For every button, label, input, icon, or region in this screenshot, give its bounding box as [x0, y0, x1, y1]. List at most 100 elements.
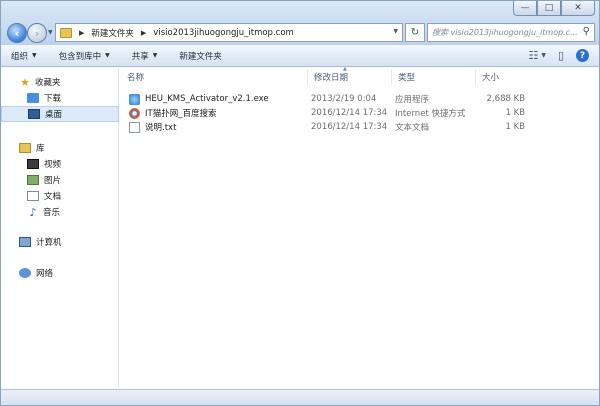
column-header-name[interactable]: 名称	[121, 69, 307, 85]
file-row[interactable]: HEU_KMS_Activator_v2.1.exe 2013/2/19 0:0…	[125, 92, 531, 106]
file-modified: 2016/12/14 17:34	[311, 122, 388, 132]
chevron-down-icon: ▼	[32, 52, 37, 59]
arrow-right-icon: ›	[34, 26, 40, 40]
forward-button[interactable]: ›	[27, 23, 47, 43]
file-name: IT猫扑网_百度搜索	[145, 109, 217, 119]
network-icon	[19, 268, 31, 278]
refresh-button[interactable]: ↻	[405, 23, 425, 42]
organize-menu[interactable]: 组织 ▼	[11, 50, 37, 62]
nav-label: 文档	[44, 192, 62, 202]
status-bar	[1, 389, 599, 405]
downloads-folder-icon	[27, 93, 39, 103]
nav-label: 音乐	[43, 208, 61, 218]
new-folder-label: 新建文件夹	[179, 51, 222, 62]
share-label: 共享	[131, 51, 149, 62]
nav-libraries[interactable]: 库	[1, 140, 119, 156]
title-bar: — □ ✕ ‹ › ▼ ▶ 新建文件夹 ▶ visio2013jihuogong…	[1, 1, 599, 45]
nav-label: 收藏夹	[35, 78, 61, 88]
recent-locations-dropdown[interactable]: ▼	[48, 29, 53, 36]
nav-label: 下载	[44, 94, 62, 104]
file-size: 1 KB	[505, 108, 525, 118]
search-placeholder: 搜索 visio2013jihuogongju_itmop.c...	[432, 28, 578, 37]
maximize-button[interactable]: □	[537, 1, 561, 16]
include-in-library-label: 包含到库中	[58, 51, 102, 62]
chevron-down-icon[interactable]: ▼	[541, 52, 546, 59]
breadcrumb-item[interactable]: 新建文件夹	[91, 27, 134, 39]
video-icon	[27, 159, 39, 169]
minimize-button[interactable]: —	[513, 1, 537, 16]
chevron-down-icon: ▼	[105, 52, 110, 59]
star-icon: ★	[20, 75, 30, 89]
file-type: Internet 快捷方式	[395, 109, 466, 119]
nav-favorites[interactable]: ★ 收藏夹	[1, 74, 119, 90]
arrow-left-icon: ‹	[14, 26, 20, 40]
file-modified: 2016/12/14 17:34	[311, 108, 388, 118]
file-name-cell: 说明.txt	[129, 120, 176, 134]
file-row[interactable]: IT猫扑网_百度搜索 2016/12/14 17:34 Internet 快捷方…	[125, 106, 531, 120]
column-headers: 名称 ▲ 修改日期 类型 大小	[121, 66, 599, 85]
breadcrumb-item[interactable]: visio2013jihuogongju_itmop.com	[153, 28, 294, 38]
column-label: 类型	[398, 73, 416, 83]
nav-label: 计算机	[36, 238, 62, 248]
nav-pictures[interactable]: 图片	[1, 172, 119, 188]
file-row[interactable]: 说明.txt 2016/12/14 17:34 文本文档 1 KB	[125, 120, 531, 134]
desktop-icon	[28, 109, 40, 119]
library-icon	[19, 143, 31, 153]
chevron-down-icon: ▼	[152, 52, 158, 59]
window-controls: — □ ✕	[513, 1, 595, 16]
view-options-icon[interactable]: ☷	[528, 49, 538, 62]
command-bar: 组织 ▼ 包含到库中 ▼ 共享 ▼ 新建文件夹 ☷ ▼ ▯ ?	[1, 45, 599, 67]
column-header-modified[interactable]: 修改日期	[307, 69, 391, 85]
exe-icon	[129, 93, 140, 105]
folder-icon	[60, 27, 72, 38]
column-label: 名称	[127, 73, 145, 83]
explorer-window: — □ ✕ ‹ › ▼ ▶ 新建文件夹 ▶ visio2013jihuogong…	[0, 0, 600, 406]
nav-videos[interactable]: 视频	[1, 156, 119, 172]
help-icon[interactable]: ?	[576, 49, 589, 62]
nav-label: 视频	[44, 160, 62, 170]
chevron-right-icon[interactable]: ▶	[79, 29, 84, 37]
nav-music[interactable]: ♪ 音乐	[1, 204, 119, 220]
nav-label: 库	[36, 144, 45, 154]
file-size: 2,688 KB	[486, 94, 525, 104]
organize-label: 组织	[11, 51, 29, 62]
computer-icon	[19, 237, 31, 247]
file-size: 1 KB	[505, 122, 525, 132]
nav-label: 图片	[44, 176, 62, 186]
chevron-down-icon[interactable]: ▼	[393, 28, 398, 35]
nav-label: 网络	[36, 269, 54, 279]
nav-computer[interactable]: 计算机	[1, 234, 119, 250]
column-header-type[interactable]: 类型	[391, 69, 475, 85]
file-name: HEU_KMS_Activator_v2.1.exe	[145, 94, 269, 104]
nav-network[interactable]: 网络	[1, 265, 119, 281]
chevron-right-icon[interactable]: ▶	[141, 29, 146, 37]
search-icon[interactable]: ⚲	[583, 26, 590, 37]
search-input[interactable]: 搜索 visio2013jihuogongju_itmop.c... ⚲	[427, 23, 595, 42]
new-folder-button[interactable]: 新建文件夹	[179, 50, 222, 62]
refresh-icon: ↻	[410, 27, 420, 38]
navigation-pane: ★ 收藏夹 下载 桌面 库 视频 图片 文档 ♪ 音乐 计算机 网络	[1, 68, 119, 388]
file-name-cell: IT猫扑网_百度搜索	[129, 106, 216, 120]
picture-icon	[27, 175, 39, 185]
address-bar[interactable]: ▶ 新建文件夹 ▶ visio2013jihuogongju_itmop.com…	[55, 23, 403, 42]
include-in-library-menu[interactable]: 包含到库中 ▼	[59, 50, 110, 62]
view-controls: ☷ ▼ ▯ ?	[516, 49, 589, 62]
file-type: 应用程序	[395, 95, 430, 105]
close-button[interactable]: ✕	[561, 1, 595, 16]
nav-downloads[interactable]: 下载	[1, 90, 119, 106]
file-name: 说明.txt	[145, 123, 177, 133]
share-menu[interactable]: 共享 ▼	[132, 50, 158, 62]
file-modified: 2013/2/19 0:04	[311, 94, 377, 104]
nav-desktop[interactable]: 桌面	[1, 106, 119, 122]
back-button[interactable]: ‹	[7, 23, 27, 43]
column-label: 修改日期	[314, 73, 349, 83]
preview-pane-icon[interactable]: ▯	[558, 49, 564, 62]
nav-label: 桌面	[45, 110, 63, 120]
column-header-size[interactable]: 大小	[475, 69, 531, 85]
file-type: 文本文档	[395, 123, 430, 133]
internet-shortcut-icon	[129, 107, 140, 119]
text-file-icon	[129, 121, 140, 133]
file-name-cell: HEU_KMS_Activator_v2.1.exe	[129, 92, 269, 106]
document-icon	[27, 191, 39, 201]
nav-documents[interactable]: 文档	[1, 188, 119, 204]
